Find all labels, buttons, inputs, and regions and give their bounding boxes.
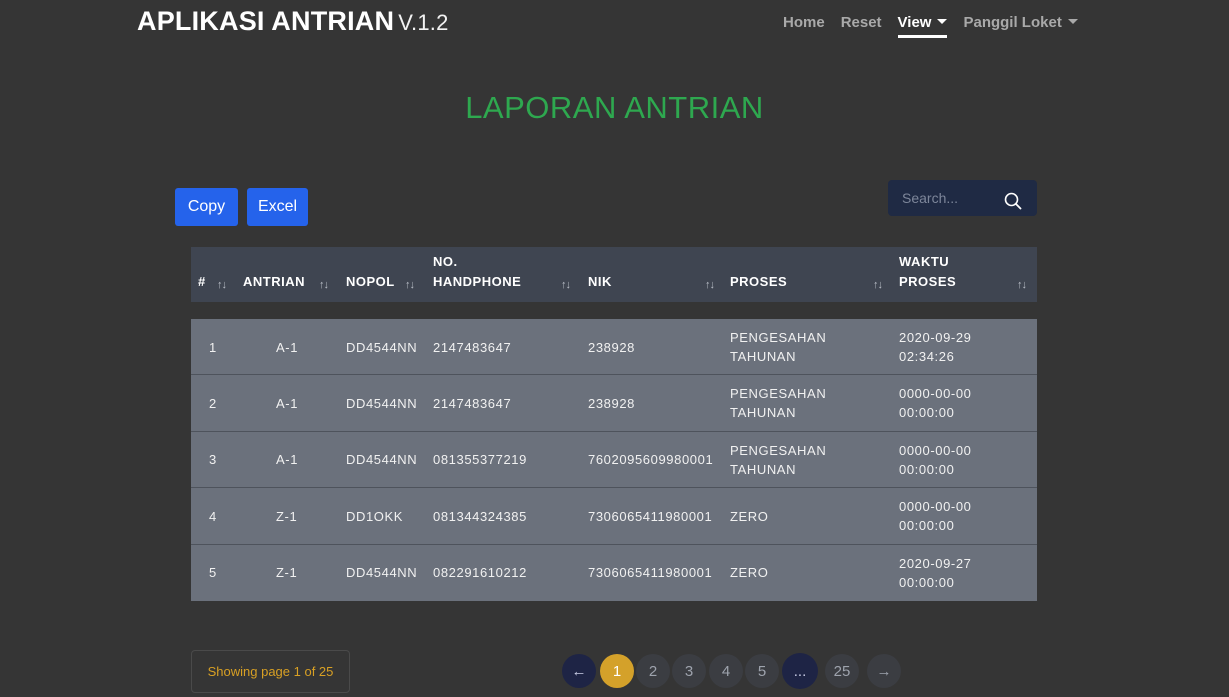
cell-proses: PENGESAHAN TAHUNAN [730,330,827,364]
sort-icon: ↑↓ [873,279,883,291]
sort-icon: ↑↓ [217,279,227,291]
cell-nopol: DD4544NN [346,339,418,355]
cell-antrian: A-1 [276,452,299,468]
page-button-3[interactable]: 3 [672,654,706,688]
column-header-handphone[interactable]: NO. HANDPHONE ↑↓ [433,247,578,302]
page-button-5[interactable]: 5 [745,654,779,688]
cell-nik: 7602095609980001 [588,452,714,468]
cell-antrian: Z-1 [276,508,298,524]
nav-panggil-loket-dropdown[interactable]: Panggil Loket [963,14,1078,38]
column-header-label: NIK [588,274,612,289]
column-header-label: # [198,274,206,289]
cell-handphone: 2147483647 [433,395,512,411]
column-header-waktu-proses[interactable]: WAKTU PROSES ↑↓ [899,247,1031,302]
cell-handphone: 081355377219 [433,452,527,468]
copy-button[interactable]: Copy [175,188,238,226]
cell-nik: 238928 [588,339,635,355]
search-input[interactable] [888,180,998,216]
table-row[interactable]: 1 A-1 DD4544NN 2147483647 238928 PENGESA… [191,319,1037,376]
caret-down-icon [1067,19,1078,24]
cell-no: 5 [209,565,217,581]
cell-no: 4 [209,508,217,524]
page-ellipsis[interactable]: ... [782,653,818,689]
column-header-nik[interactable]: NIK ↑↓ [588,247,723,302]
cell-nopol: DD4544NN [346,395,418,411]
cell-proses: ZERO [730,565,769,581]
cell-waktu-proses: 2020-09-27 00:00:00 [899,555,972,590]
cell-nik: 238928 [588,395,635,411]
cell-waktu-proses: 0000-00-00 00:00:00 [899,499,972,534]
sort-icon: ↑↓ [705,279,715,291]
caret-down-icon [937,19,948,24]
cell-nopol: DD4544NN [346,452,418,468]
app-brand[interactable]: APLIKASI ANTRIAN V.1.2 [137,6,449,37]
table-row[interactable]: 5 Z-1 DD4544NN 082291610212 730606541198… [191,545,1037,601]
column-header-antrian[interactable]: ANTRIAN ↑↓ [243,247,338,302]
column-header-label: NO. HANDPHONE [433,254,522,289]
table-header: # ↑↓ ANTRIAN ↑↓ NOPOL ↑↓ NO. HANDPHONE ↑… [191,247,1037,302]
sort-icon: ↑↓ [561,279,571,291]
cell-nopol: DD1OKK [346,508,404,524]
cell-proses: ZERO [730,508,769,524]
page-button-25[interactable]: 25 [825,654,859,688]
column-header-label: ANTRIAN [243,274,305,289]
column-header-label: NOPOL [346,274,395,289]
next-page-button[interactable]: → [867,654,901,688]
cell-proses: PENGESAHAN TAHUNAN [730,386,827,421]
app-version: V.1.2 [398,10,449,35]
search-box [888,180,1037,216]
cell-antrian: Z-1 [276,565,298,581]
cell-antrian: A-1 [276,339,299,355]
cell-nik: 7306065411980001 [588,565,713,581]
search-icon[interactable] [1004,192,1022,210]
app-title: APLIKASI ANTRIAN [137,6,395,36]
cell-waktu-proses: 0000-00-00 00:00:00 [899,386,972,421]
page-button-1[interactable]: 1 [600,654,634,688]
sort-icon: ↑↓ [405,279,415,291]
cell-no: 2 [209,395,217,411]
cell-no: 3 [209,452,217,468]
cell-antrian: A-1 [276,395,299,411]
pagination-info: Showing page 1 of 25 [191,650,350,693]
cell-waktu-proses: 2020-09-29 02:34:26 [899,330,972,364]
cell-nopol: DD4544NN [346,565,418,581]
cell-handphone: 081344324385 [433,508,527,524]
prev-page-button[interactable]: ← [562,654,596,688]
nav-panggil-loket-label: Panggil Loket [963,14,1062,31]
sort-icon: ↑↓ [319,279,329,291]
column-header-no[interactable]: # ↑↓ [198,247,238,302]
cell-waktu-proses: 0000-00-00 00:00:00 [899,442,972,477]
nav-view-label: View [897,14,932,31]
cell-handphone: 082291610212 [433,565,527,581]
page-button-2[interactable]: 2 [636,654,670,688]
page-title: LAPORAN ANTRIAN [465,90,764,125]
cell-proses: PENGESAHAN TAHUNAN [730,442,827,477]
table-row[interactable]: 4 Z-1 DD1OKK 081344324385 73060654119800… [191,488,1037,545]
page-button-4[interactable]: 4 [709,654,743,688]
table-row[interactable]: 3 A-1 DD4544NN 081355377219 760209560998… [191,432,1037,489]
table-body: 1 A-1 DD4544NN 2147483647 238928 PENGESA… [191,319,1037,601]
nav-home[interactable]: Home [783,14,825,38]
cell-no: 1 [209,339,217,355]
arrow-left-icon: ← [571,662,587,680]
column-header-label: WAKTU PROSES [899,254,957,289]
column-header-nopol[interactable]: NOPOL ↑↓ [346,247,426,302]
sort-icon: ↑↓ [1017,279,1027,291]
arrow-right-icon: → [876,662,892,680]
column-header-proses[interactable]: PROSES ↑↓ [730,247,890,302]
navbar-menu: Home Reset View Panggil Loket [783,14,1094,38]
column-header-label: PROSES [730,274,788,289]
excel-button[interactable]: Excel [247,188,308,226]
nav-view-dropdown[interactable]: View [897,14,948,38]
cell-nik: 7306065411980001 [588,508,713,524]
table-row[interactable]: 2 A-1 DD4544NN 2147483647 238928 PENGESA… [191,375,1037,432]
cell-handphone: 2147483647 [433,339,512,355]
nav-reset[interactable]: Reset [841,14,882,38]
